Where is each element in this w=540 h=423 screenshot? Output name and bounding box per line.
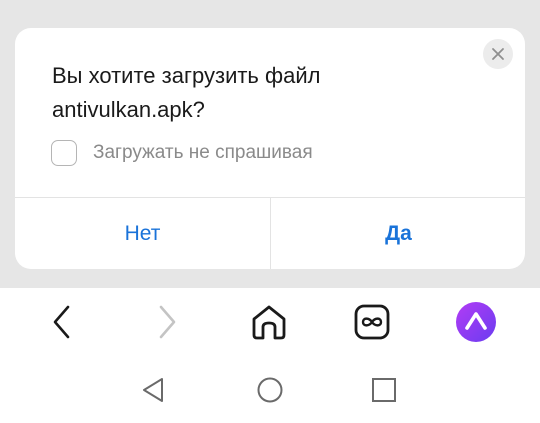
system-back-icon [143,378,163,402]
back-button[interactable] [40,300,84,344]
close-button[interactable] [483,39,513,69]
question-line-1: Вы хотите загрузить файл [52,63,321,88]
forward-button[interactable] [145,300,189,344]
back-arrow-icon [53,305,70,339]
system-recents-icon [372,378,396,402]
system-recents-button[interactable] [362,368,406,412]
tabs-icon [354,304,390,340]
system-home-icon [257,377,283,403]
yes-button[interactable]: Да [271,198,525,269]
no-button[interactable]: Нет [15,198,270,269]
forward-arrow-icon [159,305,176,339]
question-line-2: antivulkan.apk? [52,97,205,122]
alice-button[interactable] [454,300,498,344]
home-button[interactable] [247,300,291,344]
system-back-button[interactable] [132,368,176,412]
dont-ask-label: Загружать не спрашивая [93,142,313,163]
dont-ask-checkbox[interactable] [51,140,77,166]
tabs-button[interactable] [350,300,394,344]
system-home-button[interactable] [248,368,292,412]
home-icon [252,305,286,340]
dont-ask-checkbox-row[interactable]: Загружать не спрашивая [51,138,313,168]
alice-assistant-icon [456,302,496,342]
dialog-question: Вы хотите загрузить файл antivulkan.apk? [52,59,472,127]
download-dialog: Вы хотите загрузить файл antivulkan.apk?… [15,28,525,269]
close-icon [492,48,504,60]
